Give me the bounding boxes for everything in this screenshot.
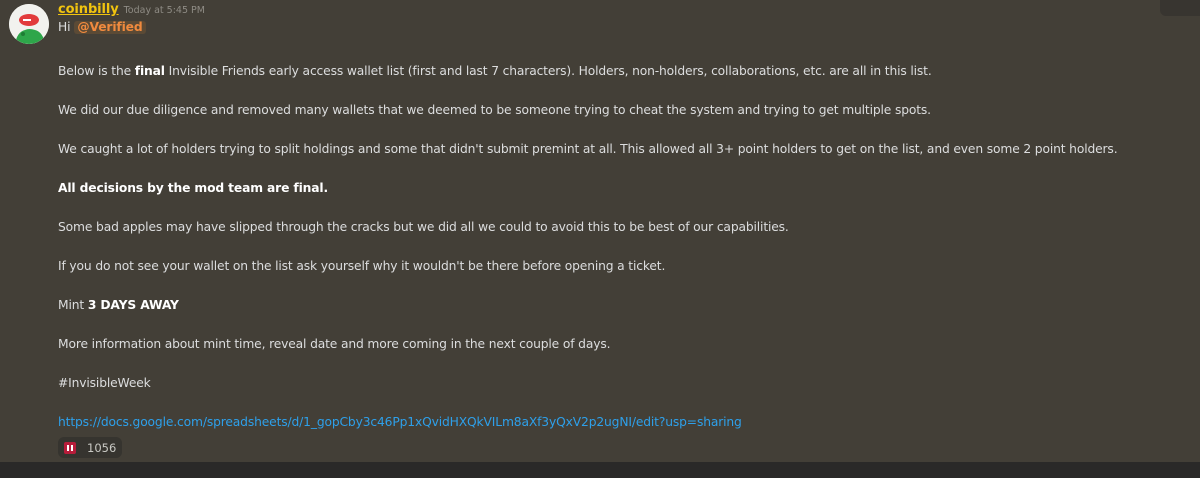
paragraph-5: Some bad apples may have slipped through… [58,220,789,234]
message-actions-button[interactable] [1160,0,1200,16]
paragraph-8: More information about mint time, reveal… [58,337,611,351]
p7-text-before: Mint [58,298,88,312]
link-line: https://docs.google.com/spreadsheets/d/1… [58,416,742,429]
reaction-count: 1056 [87,440,117,455]
p1-bold-text: final [134,64,165,78]
greeting-text: Hi [58,20,71,34]
message-header: coinbilly Today at 5:45 PM [58,2,205,22]
chat-message: coinbilly Today at 5:45 PM Hi @Verified B… [0,0,1200,462]
paragraph-3: We caught a lot of holders trying to spl… [58,142,1118,156]
p1-text-after: Invisible Friends early access wallet li… [164,64,932,78]
greeting-line: Hi @Verified [58,21,146,34]
user-avatar-icon [9,4,49,44]
bottom-bar [0,462,1200,478]
paragraph-2: We did our due diligence and removed man… [58,103,931,117]
paragraph-1: Below is the final Invisible Friends ear… [58,65,932,78]
avatar[interactable] [9,4,49,44]
reaction-button[interactable]: 1056 [58,437,122,458]
paragraph-4-bold: All decisions by the mod team are final. [58,181,329,195]
mention-verified[interactable]: @Verified [74,21,146,34]
spreadsheet-link[interactable]: https://docs.google.com/spreadsheets/d/1… [58,415,742,429]
paragraph-7: Mint 3 DAYS AWAY [58,299,179,312]
username[interactable]: coinbilly [58,2,119,17]
p1-text-before: Below is the [58,64,135,78]
paragraph-6: If you do not see your wallet on the lis… [58,259,666,273]
p7-bold-text: 3 DAYS AWAY [87,298,179,312]
hashtag-line: #InvisibleWeek [58,376,151,390]
invisible-friends-emoji-icon [64,441,76,454]
timestamp: Today at 5:45 PM [123,5,205,16]
